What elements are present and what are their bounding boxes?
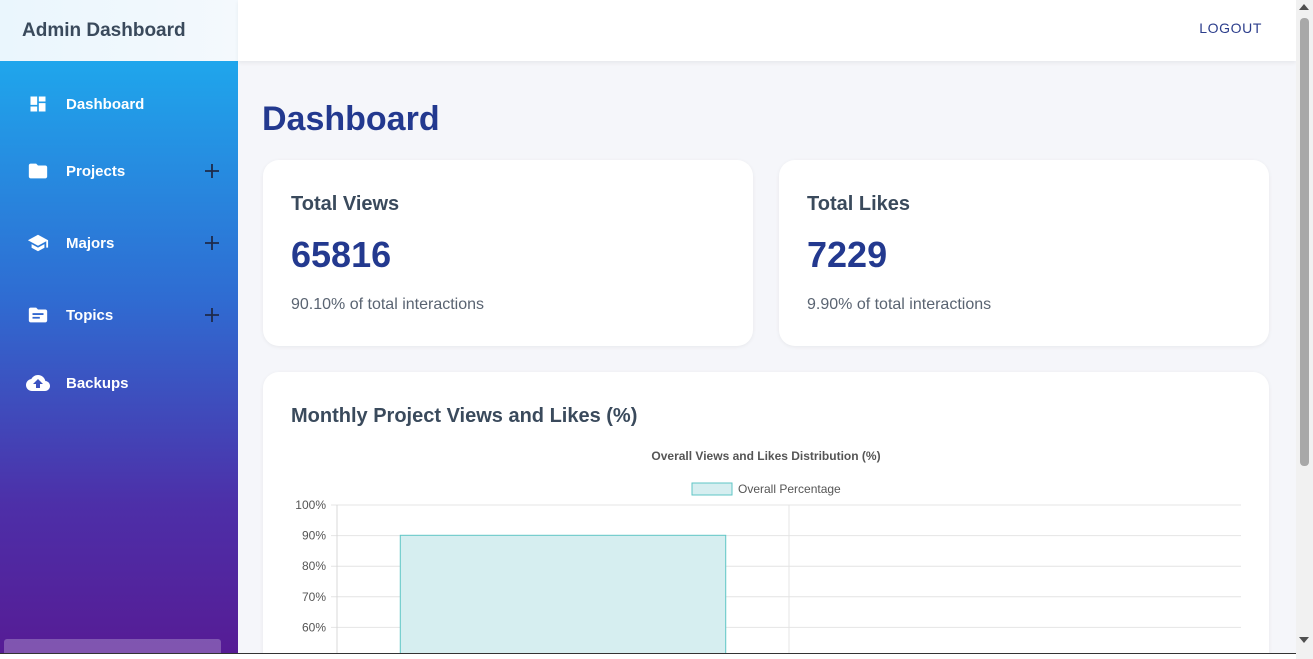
- sidebar: Dashboard Projects Majors Topics Backups: [0, 61, 238, 653]
- app-title: Admin Dashboard: [22, 19, 186, 41]
- chart-card: Monthly Project Views and Likes (%) Over…: [263, 372, 1269, 659]
- card-subtitle: 90.10% of total interactions: [291, 296, 485, 313]
- window-bottom-edge: [0, 653, 1296, 659]
- expand-plus-icon[interactable]: [202, 233, 222, 253]
- sidebar-item-label: Topics: [66, 306, 114, 324]
- page-title: Dashboard: [262, 100, 440, 138]
- sidebar-scrollbar[interactable]: [4, 639, 221, 653]
- folder-icon: [26, 159, 50, 183]
- views-likes-chart: Overall Views and Likes Distribution (%)…: [295, 449, 1241, 659]
- sidebar-header: Admin Dashboard: [0, 0, 238, 61]
- page-scrollbar[interactable]: [1296, 0, 1313, 659]
- sidebar-item-projects[interactable]: Projects: [0, 151, 238, 191]
- card-value: 7229: [807, 234, 888, 275]
- total-likes-card: Total Likes 7229 9.90% of total interact…: [779, 160, 1269, 346]
- topic-icon: [26, 303, 50, 327]
- sidebar-item-backups[interactable]: Backups: [0, 363, 238, 403]
- chart-title: Overall Views and Likes Distribution (%): [651, 449, 880, 463]
- card-title: Total Likes: [807, 193, 910, 215]
- y-tick-label: 80%: [302, 559, 326, 573]
- card-value: 65816: [291, 234, 392, 275]
- scroll-down-arrow-icon[interactable]: [1299, 637, 1309, 643]
- legend-swatch[interactable]: [691, 482, 733, 496]
- scrollbar-thumb[interactable]: [1300, 18, 1309, 466]
- sidebar-item-dashboard[interactable]: Dashboard: [0, 84, 238, 124]
- expand-plus-icon[interactable]: [202, 161, 222, 181]
- sidebar-item-label: Projects: [66, 162, 126, 180]
- cloud-upload-icon: [26, 371, 50, 395]
- legend-label[interactable]: Overall Percentage: [738, 482, 841, 496]
- y-tick-label: 100%: [295, 498, 326, 512]
- card-subtitle: 9.90% of total interactions: [807, 296, 992, 313]
- total-views-card: Total Views 65816 90.10% of total intera…: [263, 160, 753, 346]
- y-tick-label: 60%: [302, 620, 326, 634]
- y-tick-label: 90%: [302, 529, 326, 543]
- top-bar: LOGOUT: [238, 0, 1296, 61]
- y-tick-label: 70%: [302, 590, 326, 604]
- card-title: Total Views: [291, 193, 400, 215]
- dashboard-icon: [26, 92, 50, 116]
- sidebar-item-majors[interactable]: Majors: [0, 223, 238, 263]
- expand-plus-icon[interactable]: [202, 305, 222, 325]
- scroll-up-arrow-icon[interactable]: [1299, 4, 1309, 10]
- sidebar-item-topics[interactable]: Topics: [0, 295, 238, 335]
- bar-views: [399, 534, 727, 659]
- school-icon: [26, 231, 50, 255]
- logout-button[interactable]: LOGOUT: [1199, 20, 1262, 36]
- sidebar-item-label: Dashboard: [66, 95, 145, 113]
- sidebar-item-label: Majors: [66, 234, 115, 252]
- sidebar-item-label: Backups: [66, 374, 129, 392]
